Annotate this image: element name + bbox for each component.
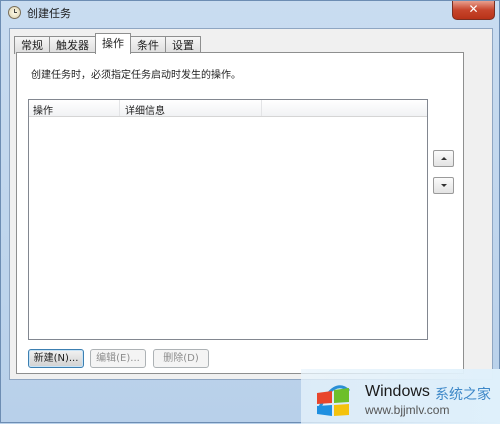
- watermark-cn-name: 系统之家: [435, 387, 491, 403]
- column-header-action[interactable]: 操作: [33, 102, 53, 117]
- move-down-button[interactable]: [433, 177, 454, 194]
- move-up-button[interactable]: [433, 150, 454, 167]
- edit-action-button[interactable]: 编辑(E)...: [90, 349, 146, 368]
- arrow-up-icon: [441, 157, 447, 160]
- arrow-down-icon: [441, 184, 447, 187]
- actions-list[interactable]: 操作 详细信息: [28, 99, 428, 340]
- watermark-url: www.bjjmlv.com: [365, 403, 450, 417]
- actions-description: 创建任务时，必须指定任务启动时发生的操作。: [31, 70, 241, 81]
- new-action-button[interactable]: 新建(N)...: [28, 349, 84, 368]
- windows-logo-icon: [317, 385, 351, 416]
- create-task-window: 创建任务 ✕ 常规 触发器 操作 条件 设置 创建任务时，必须指定任务启动时发生…: [0, 0, 500, 424]
- clock-icon: [8, 6, 21, 19]
- watermark-brand: Windows: [365, 383, 430, 400]
- delete-action-button[interactable]: 删除(D): [153, 349, 209, 368]
- tab-actions[interactable]: 操作: [95, 33, 131, 54]
- window-title: 创建任务: [27, 7, 71, 20]
- tab-strip: 常规 触发器 操作 条件 设置: [14, 33, 201, 54]
- column-divider[interactable]: [119, 100, 120, 116]
- column-header-details[interactable]: 详细信息: [125, 102, 165, 117]
- column-divider[interactable]: [261, 100, 262, 116]
- title-bar[interactable]: 创建任务 ✕: [1, 1, 500, 25]
- list-header: 操作 详细信息: [29, 100, 427, 117]
- close-button[interactable]: ✕: [452, 1, 495, 20]
